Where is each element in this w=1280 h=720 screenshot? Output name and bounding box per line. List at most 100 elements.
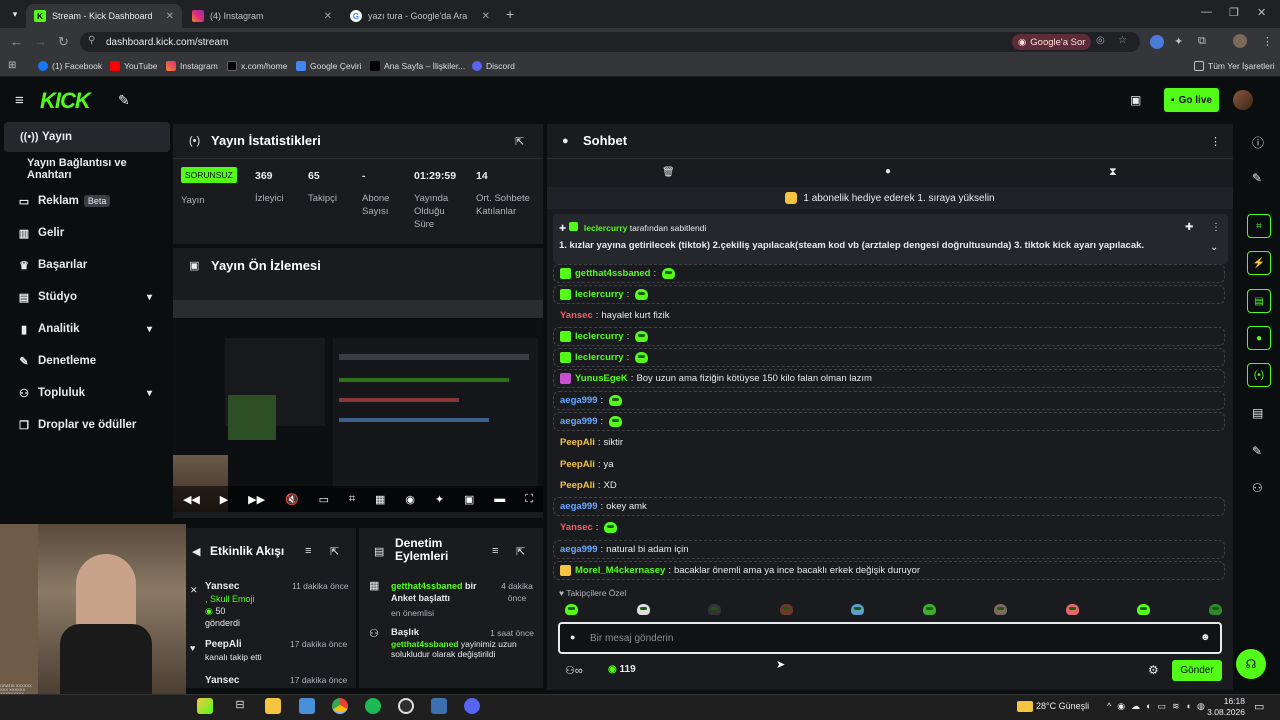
url-omnibox[interactable]: ⚲ dashboard.kick.com/stream ◉ Google'a S…: [80, 32, 1140, 52]
gift-sub-banner[interactable]: 1 abonelik hediye ederek 1. sıraya yükse…: [547, 187, 1233, 209]
stats-icon[interactable]: ▦: [375, 493, 385, 506]
effects-icon[interactable]: ✦: [435, 493, 444, 506]
play-icon[interactable]: ▶: [220, 493, 228, 506]
chat-options-icon[interactable]: ⋮: [1210, 135, 1221, 148]
chat-message[interactable]: aega999:: [553, 412, 1225, 431]
close-tab-icon[interactable]: ✕: [166, 11, 174, 22]
apps-grid-icon[interactable]: ⊞: [8, 60, 16, 71]
chat-message[interactable]: leclercurry:: [553, 348, 1225, 367]
close-tab-icon[interactable]: ✕: [324, 11, 332, 22]
bookmark-x[interactable]: x.com/home: [227, 61, 287, 71]
stream-manager-icon[interactable]: ▣: [1130, 93, 1141, 107]
bookmark-instagram[interactable]: Instagram: [166, 61, 218, 71]
community-icon[interactable]: ⚇: [1252, 481, 1263, 495]
chat-username[interactable]: getthat4ssbaned: [575, 268, 651, 279]
chat-message[interactable]: aega999: okey amk: [553, 497, 1225, 516]
rewind-icon[interactable]: ◀◀: [183, 493, 200, 506]
pip-icon[interactable]: ▣: [464, 493, 474, 506]
sidebar-item-gelir[interactable]: ▥ Gelir: [0, 218, 166, 248]
broadcast-tool-button[interactable]: (•): [1247, 363, 1271, 387]
chat-username[interactable]: Morel_M4ckernasey: [575, 565, 665, 576]
chat-message[interactable]: PeepAli: ya: [553, 455, 1225, 474]
chat-settings-gear-icon[interactable]: ⚙: [1148, 663, 1159, 677]
incognito-eye-icon[interactable]: ◎: [1096, 35, 1105, 46]
discord-icon[interactable]: [464, 698, 480, 714]
chat-username[interactable]: Yansec: [560, 522, 593, 533]
chat-message[interactable]: PeepAli: XD: [553, 476, 1225, 495]
notifications-icon[interactable]: ▭: [1254, 700, 1264, 713]
chat-tool-button[interactable]: ●: [1247, 326, 1271, 350]
chat-message[interactable]: leclercurry:: [553, 285, 1225, 304]
chat-username[interactable]: Yansec: [560, 310, 593, 321]
new-tab-button[interactable]: +: [506, 6, 514, 22]
chat-message[interactable]: leclercurry:: [553, 327, 1225, 346]
puzzle-extensions-icon[interactable]: ⧉: [1198, 35, 1206, 48]
emote-icon[interactable]: [708, 604, 722, 615]
copilot-icon[interactable]: [197, 698, 213, 714]
reload-icon[interactable]: ↻: [58, 34, 69, 50]
chat-username[interactable]: aega999: [560, 416, 598, 427]
send-button[interactable]: Gönder: [1172, 660, 1222, 681]
skull-emoji-link[interactable]: , Skull Emoji: [205, 594, 255, 604]
popout-icon[interactable]: ⇱: [330, 545, 339, 558]
emote-icon[interactable]: [636, 604, 650, 615]
stream-preview-video[interactable]: ◀◀ ▶ ▶▶ 🔇 ▭ ⌗ ▦ ◉ ✦ ▣ ▬ ⛶: [173, 300, 543, 512]
sidebar-item-basarilar[interactable]: ♛ Başarılar: [0, 250, 166, 280]
pinned-options-icon[interactable]: ⋮: [1211, 222, 1221, 233]
extension-icon[interactable]: [1150, 35, 1164, 49]
fullscreen-icon[interactable]: ⛶: [525, 493, 533, 506]
sidebar-item-stream-key[interactable]: Yayın Bağlantısı ve Anahtarı: [0, 154, 170, 184]
emote-icon[interactable]: [851, 604, 865, 615]
chat-username[interactable]: aega999: [560, 395, 598, 406]
task-view-icon[interactable]: ⊟: [232, 698, 248, 714]
go-live-button[interactable]: ▪ Go live: [1164, 88, 1219, 112]
edit-icon[interactable]: ✎: [1252, 171, 1262, 185]
chat-icon[interactable]: ●: [885, 166, 891, 177]
points-counter[interactable]: ◉ 119: [608, 664, 636, 675]
chat-username[interactable]: YunusEgeK: [575, 373, 628, 384]
emote-icon[interactable]: [1208, 604, 1222, 615]
layers-icon[interactable]: ▤: [1252, 406, 1263, 420]
pin-tool-icon[interactable]: ✎: [118, 92, 130, 109]
tab-instagram[interactable]: (4) Instagram ✕: [184, 4, 340, 28]
mute-icon[interactable]: 🔇: [285, 493, 299, 506]
chat-message[interactable]: YunusEgeK: Boy uzun ama fiziğin kötüyse 1…: [553, 369, 1225, 388]
chat-message[interactable]: getthat4ssbaned:: [553, 264, 1225, 283]
chat-username[interactable]: leclercurry: [575, 289, 624, 300]
tab-search-button[interactable]: ▾: [6, 6, 24, 22]
lightning-tool-button[interactable]: ⚡: [1247, 251, 1271, 275]
tab-kick-dashboard[interactable]: K Stream - Kick Dashboard ✕: [26, 4, 182, 28]
forward-icon[interactable]: ▶▶: [248, 493, 265, 506]
clip-tool-button[interactable]: ⌗: [1247, 214, 1271, 238]
user-avatar[interactable]: [1233, 90, 1253, 110]
system-tray-icons[interactable]: ^◉☁◐▭≋◖◍: [1107, 701, 1211, 712]
camera-icon[interactable]: ▭: [319, 493, 329, 506]
info-icon[interactable]: ⓘ: [1252, 134, 1264, 151]
extension-icon[interactable]: ✦: [1174, 35, 1183, 48]
emote-icon[interactable]: [1137, 604, 1151, 615]
unpin-icon[interactable]: ✚: [1185, 222, 1193, 233]
chat-username[interactable]: leclercurry: [575, 352, 624, 363]
restore-button[interactable]: ❐: [1229, 6, 1239, 19]
popout-icon[interactable]: ⇱: [515, 135, 524, 148]
hamburger-menu-icon[interactable]: ≡: [15, 92, 24, 109]
chat-message[interactable]: aega999: natural bi adam için: [553, 540, 1225, 559]
chat-message[interactable]: PeepAli: siktir: [553, 433, 1225, 452]
minimize-button[interactable]: —: [1201, 6, 1212, 18]
spotify-icon[interactable]: [365, 698, 381, 714]
chevron-down-icon[interactable]: ⌄: [1210, 242, 1218, 253]
chrome-icon[interactable]: [332, 698, 348, 714]
sidebar-item-topluluk[interactable]: ⚇ Topluluk ▾: [0, 378, 166, 408]
wrench-icon[interactable]: ✎: [1252, 444, 1262, 458]
bookmark-youtube[interactable]: YouTube: [110, 61, 157, 71]
chat-username[interactable]: aega999: [560, 501, 598, 512]
browser-menu-icon[interactable]: ⋮: [1262, 35, 1273, 48]
community-icon[interactable]: ⚇∞: [565, 664, 583, 677]
support-headset-button[interactable]: ☊: [1236, 649, 1266, 679]
filter-icon[interactable]: ≡: [305, 545, 311, 557]
emote-icon[interactable]: [922, 604, 936, 615]
sidebar-item-analitik[interactable]: ▮ Analitik ▾: [0, 314, 166, 344]
store-icon[interactable]: [299, 698, 315, 714]
chat-message[interactable]: aega999:: [553, 391, 1225, 410]
doc-tool-button[interactable]: ▤: [1247, 289, 1271, 313]
